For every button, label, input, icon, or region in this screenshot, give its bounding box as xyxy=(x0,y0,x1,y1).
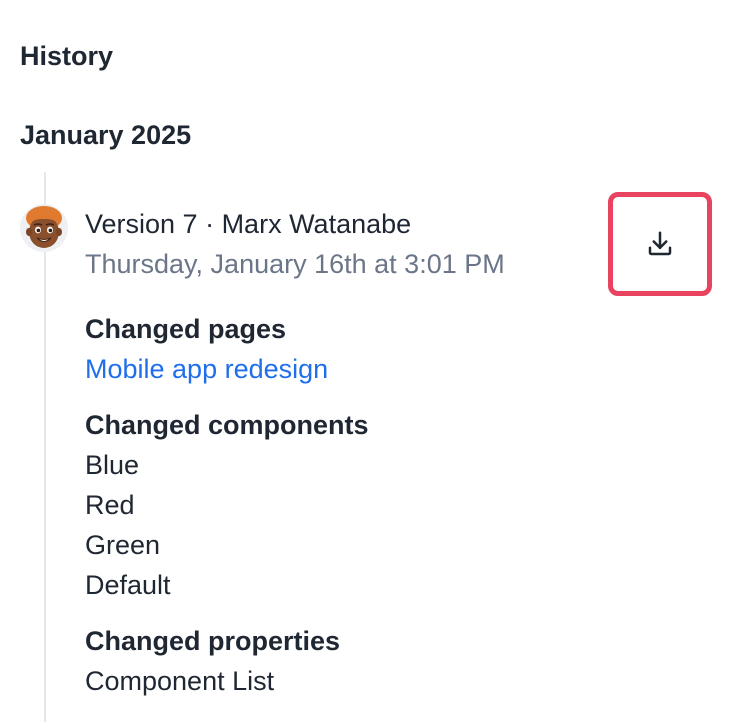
changed-property-item: Component List xyxy=(85,666,275,696)
changed-component-item: Blue xyxy=(85,450,140,480)
timeline-line xyxy=(44,172,46,722)
version-title: Version 7 · Marx Watanabe xyxy=(85,209,412,239)
changed-properties-label: Changed properties xyxy=(85,626,341,656)
changed-components-label: Changed components xyxy=(85,410,369,440)
download-icon xyxy=(648,231,672,256)
panel-title: History xyxy=(20,41,114,71)
changed-component-item: Green xyxy=(85,530,161,560)
changed-page-link[interactable]: Mobile app redesign xyxy=(85,351,328,387)
download-button[interactable] xyxy=(608,192,712,296)
memoji-avatar-icon xyxy=(20,204,68,252)
avatar xyxy=(20,204,68,252)
version-date: Thursday, January 16th at 3:01 PM xyxy=(85,249,505,279)
changed-component-item: Red xyxy=(85,490,135,520)
changed-component-item: Default xyxy=(85,570,171,600)
month-heading: January 2025 xyxy=(20,120,192,150)
changed-pages-label: Changed pages xyxy=(85,314,287,344)
